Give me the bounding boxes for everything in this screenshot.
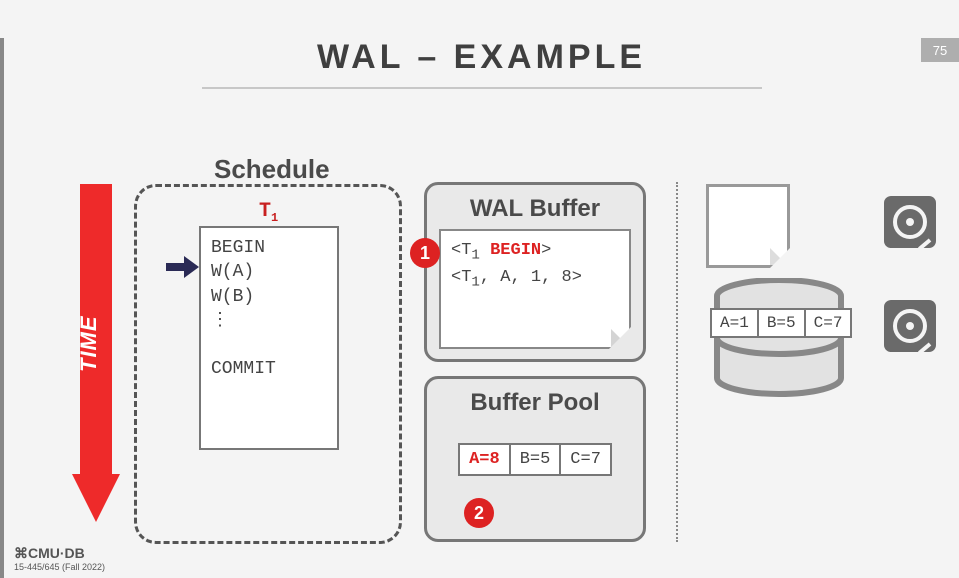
hdd-icon-2: [884, 300, 936, 352]
buffer-pool-row: A=8 B=5 C=7: [458, 443, 612, 476]
hdd-icon-1: [884, 196, 936, 248]
buffer-pool-panel: Buffer Pool A=8 B=5 C=7: [424, 376, 646, 542]
badge-2: 2: [464, 498, 494, 528]
buffer-pool-title: Buffer Pool: [439, 389, 631, 417]
footer-brand: ⌘CMU·DB: [14, 545, 105, 562]
bp-cell-c: C=7: [561, 445, 610, 474]
disk-page-icon: [706, 184, 790, 268]
wal-line-1: <T1 BEGIN>: [451, 239, 619, 266]
database-icon: [704, 278, 854, 398]
badge-1: 1: [410, 238, 440, 268]
txn-ops-card: BEGIN W(A) W(B) ⋮ COMMIT: [199, 226, 339, 450]
txn-ops: BEGIN W(A) W(B) ⋮ COMMIT: [201, 228, 337, 390]
disk-cell-c: C=7: [806, 310, 851, 336]
disk-cell-a: A=1: [712, 310, 759, 336]
vertical-divider: [676, 182, 678, 542]
footer: ⌘CMU·DB 15-445/645 (Fall 2022): [14, 545, 105, 572]
page-number: 75: [921, 38, 959, 62]
wal-line-2: <T1, A, 1, 8>: [451, 266, 619, 293]
bp-cell-b: B=5: [511, 445, 562, 474]
bp-cell-a: A=8: [460, 445, 511, 474]
disk-kv-row: A=1 B=5 C=7: [710, 308, 852, 338]
wal-title: WAL Buffer: [439, 195, 631, 223]
time-label: TIME: [76, 315, 102, 372]
pointer-arrow-icon: [166, 256, 200, 278]
footer-course: 15-445/645 (Fall 2022): [14, 562, 105, 572]
disk-cell-b: B=5: [759, 310, 806, 336]
txn-label-sub: 1: [271, 211, 278, 225]
title-underline: [202, 87, 762, 89]
wal-note: <T1 BEGIN> <T1, A, 1, 8>: [439, 229, 631, 349]
txn-label: T1: [259, 200, 278, 225]
slide-title: WAL – EXAMPLE: [4, 38, 959, 77]
wal-buffer-panel: WAL Buffer <T1 BEGIN> <T1, A, 1, 8>: [424, 182, 646, 362]
schedule-label: Schedule: [214, 154, 330, 185]
txn-label-t: T: [259, 200, 271, 223]
